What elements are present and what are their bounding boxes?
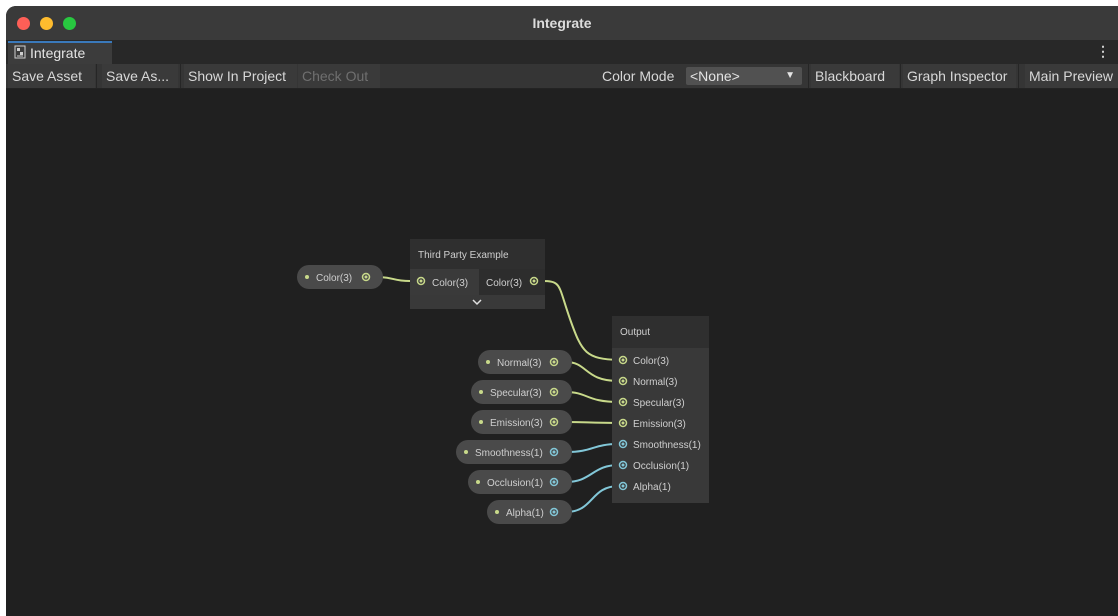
chevron-down-icon: ▼ <box>785 70 795 81</box>
third-party-node[interactable]: Third Party Example Color(3) Color(3) <box>410 239 545 309</box>
toolbar-divider <box>180 64 181 88</box>
wire-normal <box>565 361 620 382</box>
third-party-title: Third Party Example <box>418 250 509 261</box>
input-node-label: Emission(3) <box>490 418 543 429</box>
output-node[interactable]: Output Color(3) Normal(3) Specular(3) Emiss… <box>612 316 709 503</box>
output-port-label: Smoothness(1) <box>633 440 701 451</box>
input-node-label: Smoothness(1) <box>475 448 543 459</box>
input-node-label: Alpha(1) <box>506 508 544 519</box>
wire-occlusion <box>565 464 620 483</box>
input-node[interactable]: Emission(3) <box>471 410 572 434</box>
input-node[interactable]: Specular(3) <box>471 380 572 404</box>
tab-bar: Integrate ⋮ <box>6 40 1118 64</box>
color-mode-dropdown[interactable]: <None> ▼ <box>686 67 802 85</box>
wire-emission <box>565 421 620 424</box>
show-in-project-button[interactable]: Show In Project <box>184 64 297 88</box>
color-mode-value: <None> <box>690 68 740 84</box>
title-bar: Integrate <box>6 6 1118 40</box>
main-preview-button[interactable]: Main Preview <box>1025 64 1118 88</box>
save-as-button[interactable]: Save As... <box>102 64 178 88</box>
third-party-input-label: Color(3) <box>432 278 468 289</box>
input-node[interactable]: Occlusion(1) <box>468 470 572 494</box>
save-asset-button[interactable]: Save Asset <box>8 64 95 88</box>
input-node[interactable]: Smoothness(1) <box>456 440 572 464</box>
toolbar: Save Asset Save As... Show In Project Ch… <box>6 64 1118 89</box>
toolbar-divider <box>808 64 809 88</box>
blackboard-button[interactable]: Blackboard <box>811 64 899 88</box>
more-options-icon[interactable]: ⋮ <box>1096 43 1110 60</box>
third-party-output-label: Color(3) <box>486 278 522 289</box>
wire-smoothness <box>565 443 620 453</box>
check-out-button[interactable]: Check Out <box>298 64 380 88</box>
wire-alpha <box>565 485 620 513</box>
color-input-node[interactable]: Color(3) <box>297 265 383 289</box>
wire-third-party-to-output <box>541 280 620 361</box>
tab-label: Integrate <box>30 45 86 61</box>
input-node-label: Specular(3) <box>490 388 542 399</box>
graph-canvas[interactable]: Color(3) Third Party Example Color(3) Co… <box>6 89 1118 616</box>
output-port-label: Specular(3) <box>633 398 685 409</box>
node-graph: Color(3) Third Party Example Color(3) Co… <box>297 239 709 524</box>
output-port-label: Alpha(1) <box>633 482 671 493</box>
color-mode-label: Color Mode <box>602 68 675 84</box>
tab-integrate[interactable]: Integrate <box>8 41 112 64</box>
output-port-label: Occlusion(1) <box>633 461 689 472</box>
input-node[interactable]: Alpha(1) <box>487 500 572 524</box>
wire-specular <box>565 391 620 403</box>
graph-inspector-button[interactable]: Graph Inspector <box>903 64 1016 88</box>
toolbar-divider <box>96 64 97 88</box>
input-node[interactable]: Normal(3) <box>478 350 572 374</box>
shader-graph-window: Integrate Integrate ⋮ Save Asset Save As… <box>6 6 1118 616</box>
output-port-label: Emission(3) <box>633 419 686 430</box>
output-port-label: Normal(3) <box>633 377 677 388</box>
output-port-label: Color(3) <box>633 356 669 367</box>
window-title: Integrate <box>532 15 592 31</box>
toolbar-divider <box>1018 64 1019 88</box>
color-input-label: Color(3) <box>316 273 352 284</box>
input-node-label: Occlusion(1) <box>487 478 543 489</box>
input-node-label: Normal(3) <box>497 358 541 369</box>
shader-graph-icon <box>14 45 26 59</box>
toolbar-divider <box>900 64 901 88</box>
output-title: Output <box>620 327 650 338</box>
